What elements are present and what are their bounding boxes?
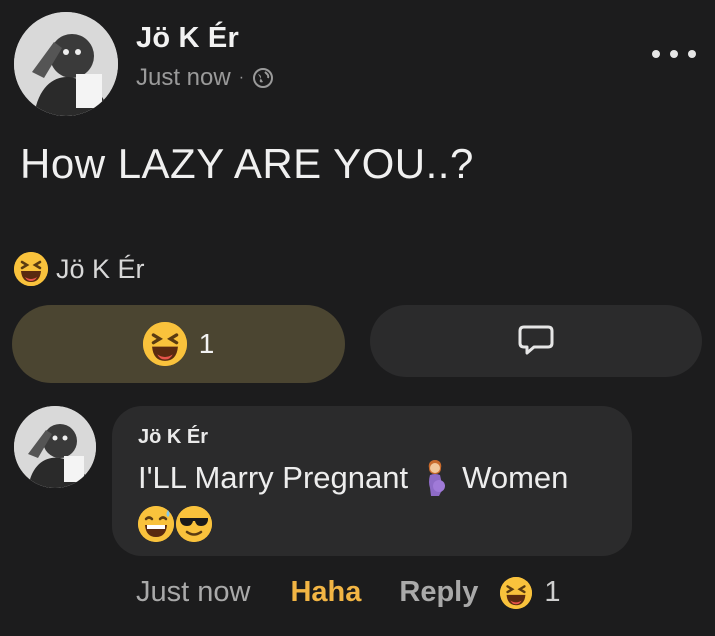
sweat-smile-emoji-icon bbox=[138, 506, 174, 542]
haha-button[interactable]: Haha bbox=[290, 576, 361, 609]
comment-text-before: I'LL Marry Pregnant bbox=[138, 460, 409, 495]
react-button[interactable]: 1 bbox=[12, 305, 345, 383]
globe-icon bbox=[252, 67, 274, 89]
post-header: Jö K Ér Just now · bbox=[14, 12, 704, 116]
author-avatar[interactable] bbox=[14, 12, 118, 116]
react-count: 1 bbox=[198, 328, 215, 359]
laughing-emoji-icon[interactable] bbox=[500, 576, 533, 609]
comment-button[interactable] bbox=[370, 305, 702, 377]
comment-footer: Just now Haha Reply 1 bbox=[136, 576, 561, 609]
sunglasses-emoji-icon bbox=[176, 506, 212, 542]
reactions-summary[interactable]: Jö K Ér bbox=[14, 252, 145, 286]
laughing-emoji-icon bbox=[142, 322, 187, 366]
comment-bubble[interactable]: Jö K Ér I'LL Marry Pregnant Women bbox=[112, 406, 632, 556]
comment-author[interactable]: Jö K Ér bbox=[138, 426, 208, 449]
post-author-name[interactable]: Jö K Ér bbox=[136, 22, 239, 55]
post-meta: Just now · bbox=[136, 64, 274, 92]
reactor-name: Jö K Ér bbox=[56, 253, 145, 284]
post-text: How LAZY ARE YOU..? bbox=[20, 140, 474, 187]
comment-reaction-count[interactable]: 1 bbox=[544, 576, 560, 609]
commenter-avatar[interactable] bbox=[14, 406, 96, 488]
comment-emojis bbox=[138, 506, 212, 542]
meta-separator: · bbox=[238, 69, 245, 86]
laughing-emoji-icon bbox=[14, 252, 48, 286]
comment-text: I'LL Marry Pregnant Women bbox=[138, 458, 568, 498]
post-timestamp[interactable]: Just now bbox=[136, 64, 231, 92]
comment-text-after: Women bbox=[462, 460, 569, 495]
comment-bubble-icon bbox=[516, 319, 556, 364]
reply-button[interactable]: Reply bbox=[399, 576, 478, 609]
comment-timestamp[interactable]: Just now bbox=[136, 576, 250, 609]
action-bar: 1 bbox=[12, 305, 702, 385]
pregnant-woman-icon bbox=[422, 458, 448, 498]
more-options-icon[interactable] bbox=[652, 42, 696, 66]
